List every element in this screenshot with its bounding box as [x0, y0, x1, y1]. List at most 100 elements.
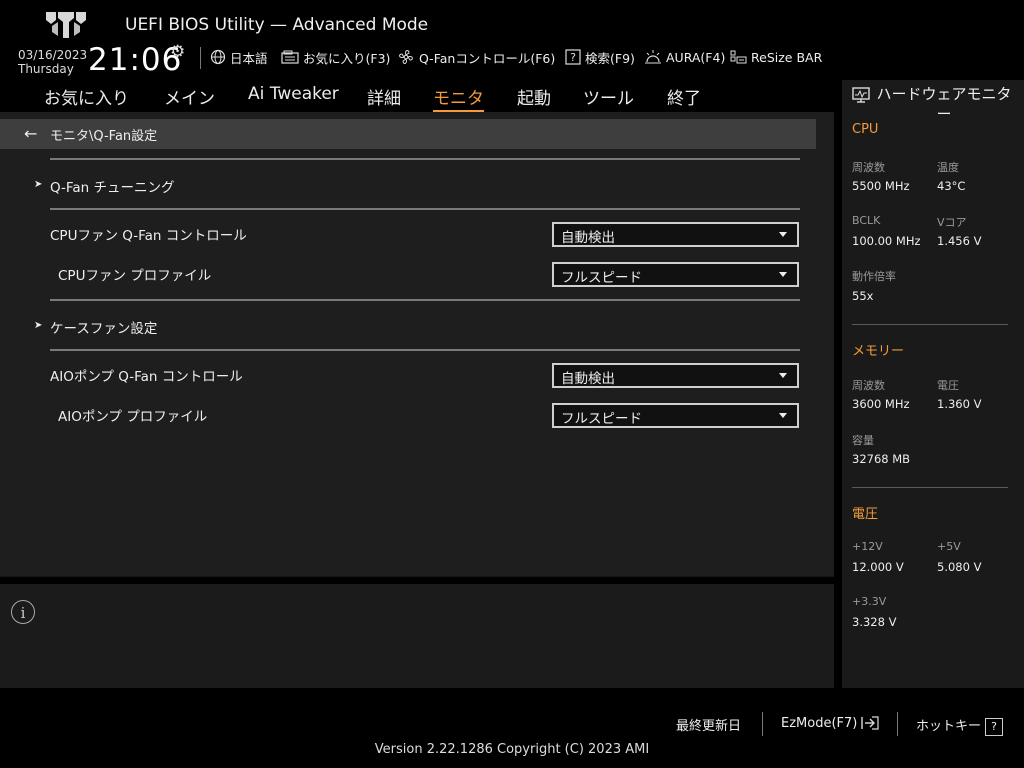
bclk-label: BCLK [852, 214, 881, 227]
mem-cap-label: 容量 [852, 434, 874, 447]
back-arrow-icon[interactable]: ← [24, 124, 37, 143]
app-title: UEFI BIOS Utility — Advanced Mode [125, 15, 429, 35]
vcore-value: 1.456 V [937, 234, 982, 248]
tab-monitor[interactable]: モニタ [433, 84, 484, 112]
cpu-freq-value: 5500 MHz [852, 179, 910, 193]
cpu-freq-label: 周波数 [852, 161, 885, 174]
section-divider [852, 324, 1008, 325]
fan-icon [399, 50, 413, 64]
tab-boot[interactable]: 起動 [517, 84, 551, 109]
qfan-control-button[interactable]: Q-Fanコントロール(F6) [397, 48, 555, 66]
divider [50, 158, 800, 160]
aura-label: AURA(F4) [666, 49, 726, 65]
weekday-text: Thursday [18, 62, 74, 76]
help-question-icon: ? [565, 49, 581, 65]
cpu-temp-value: 43°C [937, 179, 966, 193]
footer-divider [897, 712, 898, 736]
breadcrumb-text: モニタ\Q-Fan設定 [50, 129, 158, 144]
ezmode-button[interactable]: EzMode(F7) [781, 715, 880, 731]
divider [50, 208, 800, 210]
tab-tool[interactable]: ツール [583, 84, 634, 109]
aio-pump-control-value: 自動検出 [561, 371, 615, 387]
language-label: 日本語 [230, 50, 268, 66]
resize-bar-button[interactable]: ReSize BAR [729, 48, 822, 66]
mem-freq-label: 周波数 [852, 379, 885, 392]
v5-value: 5.080 V [937, 560, 982, 574]
tab-main[interactable]: メイン [164, 84, 215, 109]
side-panel-border [834, 80, 842, 688]
resize-bar-icon [730, 50, 747, 64]
mem-volt-label: 電圧 [937, 379, 959, 392]
qfan-control-label: Q-Fanコントロール(F6) [419, 50, 556, 66]
v33-label: +3.3V [852, 595, 887, 608]
hotkeys-button[interactable]: ホットキー? [916, 715, 1004, 736]
qfan-tuning-link[interactable]: Q-Fan チューニング [50, 176, 175, 196]
section-divider [852, 487, 1008, 488]
tab-ai-tweaker[interactable]: Ai Tweaker [248, 84, 339, 104]
tab-advanced[interactable]: 詳細 [367, 84, 401, 109]
date-display: 03/16/2023 Thursday [18, 48, 87, 76]
help-panel [0, 584, 834, 688]
clock-time: 21:06 [88, 42, 183, 78]
hotkeys-label: ホットキー [916, 719, 982, 734]
cpu-fan-profile-dropdown[interactable]: フルスピード [552, 262, 799, 287]
search-button[interactable]: ? 検索(F9) [565, 48, 635, 66]
info-icon: i [11, 600, 35, 624]
ratio-label: 動作倍率 [852, 270, 896, 283]
header-divider [200, 47, 201, 69]
v12-value: 12.000 V [852, 560, 904, 574]
gear-icon[interactable]: ⚙ [170, 42, 185, 62]
tuf-logo [44, 10, 88, 40]
favorites-label: お気に入り(F3) [303, 50, 391, 66]
cpu-section-title: CPU [852, 122, 879, 137]
aio-pump-control-dropdown[interactable]: 自動検出 [552, 363, 799, 388]
bclk-value: 100.00 MHz [852, 234, 921, 248]
monitor-icon [852, 87, 870, 103]
cpu-fan-profile-value: フルスピード [561, 270, 642, 286]
case-fan-link[interactable]: ケースファン設定 [50, 317, 157, 337]
cpu-fan-control-value: 自動検出 [561, 230, 615, 246]
vcore-label: Vコア [937, 216, 967, 229]
globe-icon [210, 49, 226, 65]
chevron-right-icon: ➤ [34, 179, 43, 190]
chevron-down-icon [779, 413, 787, 418]
aio-pump-profile-dropdown[interactable]: フルスピード [552, 403, 799, 428]
hardware-monitor-title: ハードウェアモニター [876, 85, 1012, 123]
chevron-right-icon: ➤ [34, 320, 43, 331]
tab-exit[interactable]: 終了 [667, 84, 701, 109]
mem-freq-value: 3600 MHz [852, 397, 910, 411]
v5-label: +5V [937, 540, 961, 553]
favorites-icon [281, 50, 299, 64]
tab-favorites[interactable]: お気に入り [44, 84, 129, 109]
mem-volt-value: 1.360 V [937, 397, 982, 411]
aio-pump-control-label: AIOポンプ Q-Fan コントロール [50, 369, 243, 385]
divider [50, 299, 800, 301]
help-divider [0, 577, 834, 584]
cpu-fan-control-label: CPUファン Q-Fan コントロール [50, 228, 247, 244]
chevron-down-icon [779, 232, 787, 237]
aura-button[interactable]: AURA(F4) [644, 48, 725, 66]
aio-pump-profile-value: フルスピード [561, 411, 642, 427]
footer-divider [762, 712, 763, 736]
v12-label: +12V [852, 540, 883, 553]
date-text: 03/16/2023 [18, 48, 88, 62]
version-text: Version 2.22.1286 Copyright (C) 2023 AMI [374, 742, 650, 757]
ratio-value: 55x [852, 289, 874, 303]
question-key-icon: ? [985, 717, 1004, 736]
memory-section-title: メモリー [852, 344, 905, 359]
search-label: 検索(F9) [585, 50, 635, 66]
divider [50, 349, 800, 351]
chevron-down-icon [779, 272, 787, 277]
resize-bar-label: ReSize BAR [751, 49, 823, 65]
voltage-section-title: 電圧 [852, 507, 879, 522]
cpu-temp-label: 温度 [937, 161, 959, 174]
v33-value: 3.328 V [852, 615, 897, 629]
aura-icon [645, 50, 661, 64]
svg-text:?: ? [570, 51, 576, 64]
last-modified-button[interactable]: 最終更新日 [676, 715, 741, 734]
language-button[interactable]: 日本語 [210, 48, 268, 66]
aio-pump-profile-label: AIOポンプ プロファイル [58, 409, 208, 425]
cpu-fan-control-dropdown[interactable]: 自動検出 [552, 222, 799, 247]
cpu-fan-profile-label: CPUファン プロファイル [58, 268, 212, 284]
favorites-button[interactable]: お気に入り(F3) [281, 48, 390, 66]
